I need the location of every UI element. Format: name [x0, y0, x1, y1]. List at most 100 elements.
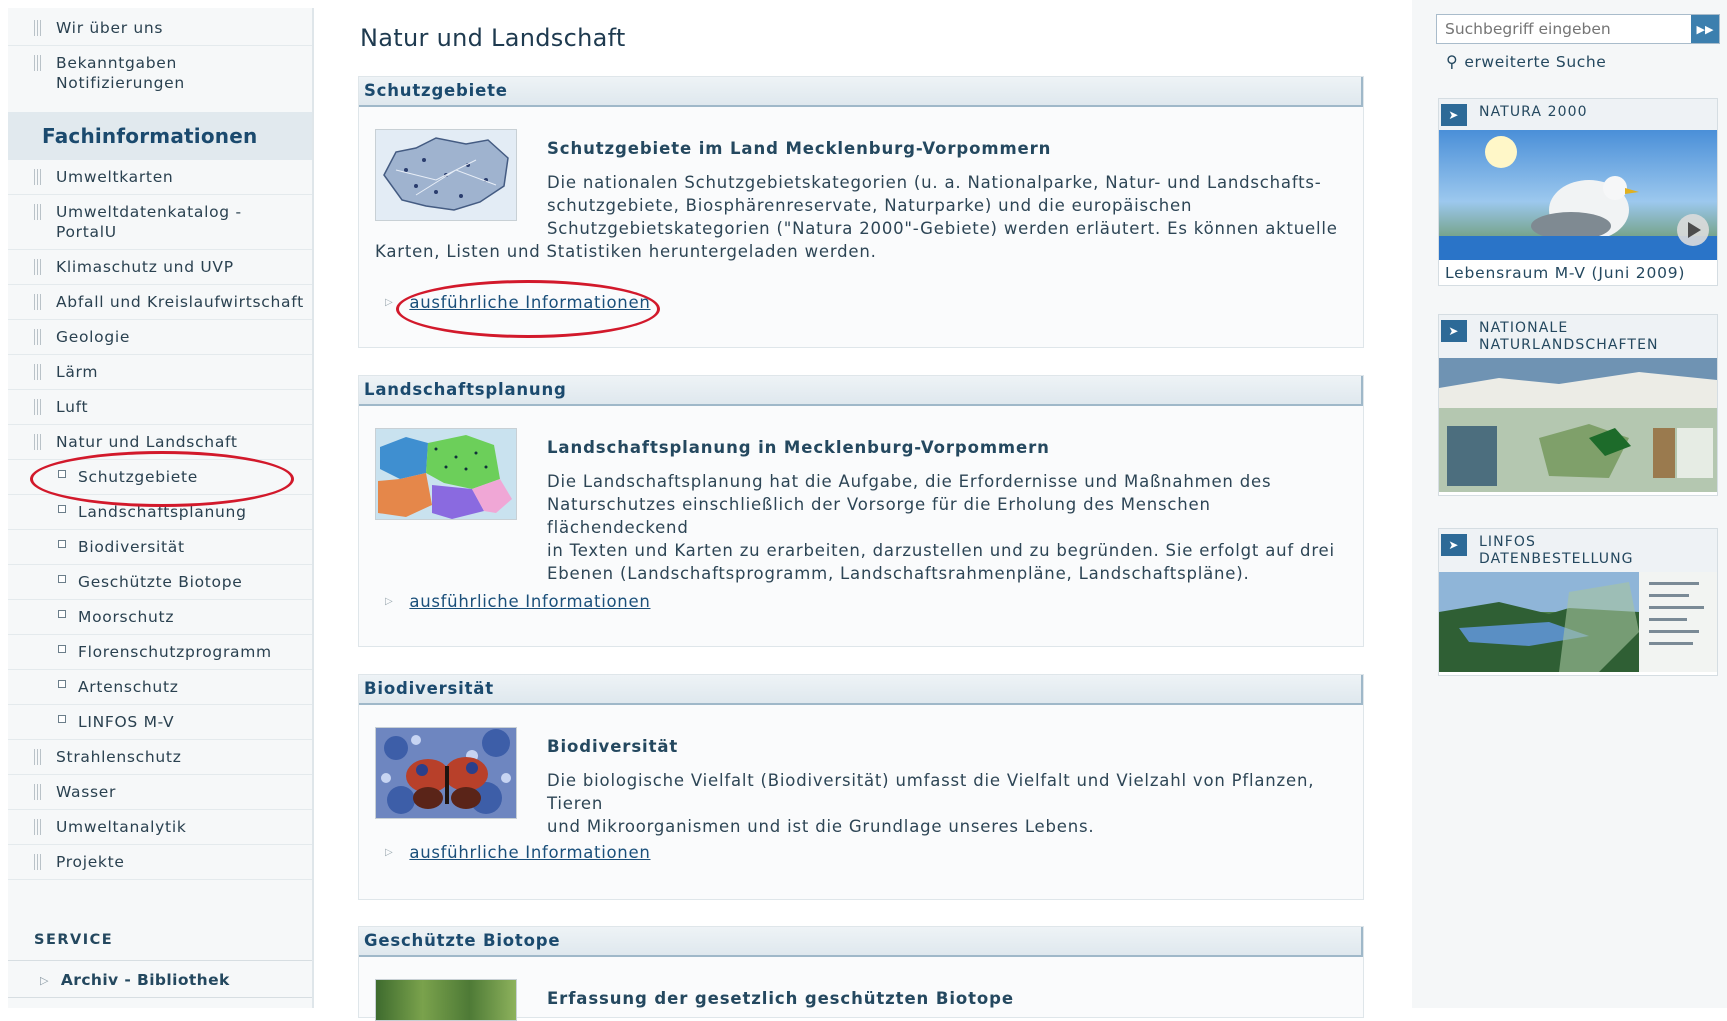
grip-icon [34, 819, 42, 835]
sidebar-item-label: Umweltanalytik [56, 818, 187, 836]
teaser-title: NATIONALE NATURLANDSCHAFTEN [1479, 320, 1659, 353]
landscape-thumbnail[interactable] [1439, 358, 1717, 492]
square-bullet-icon [58, 715, 66, 723]
square-bullet-icon [58, 610, 66, 618]
sidebar-subitem-landschaftsplanung[interactable]: Landschaftsplanung [8, 495, 312, 530]
linfos-thumbnail[interactable] [1439, 572, 1717, 672]
sidebar-item-label: Wir über uns [56, 19, 164, 37]
teaser-natura-2000[interactable]: ➤ NATURA 2000 Lebensraum M-V (Juni 2009) [1438, 98, 1718, 286]
teaser-nationale-naturlandschaften[interactable]: ➤ NATIONALE NATURLANDSCHAFTEN [1438, 314, 1718, 496]
teaser-linfos-datenbestellung[interactable]: ➤ LINFOS DATENBESTELLUNG [1438, 528, 1718, 676]
sidebar-item-label: Natur und Landschaft [56, 433, 238, 451]
section-text: Die biologische Vielfalt (Biodiversität)… [375, 769, 1345, 838]
more-info-link[interactable]: ausführliche Informationen [409, 843, 650, 862]
grip-icon [34, 55, 42, 71]
grip-icon [34, 20, 42, 36]
sidebar-subitem-geschuetzte-biotope[interactable]: Geschützte Biotope [8, 565, 312, 600]
section-geschuetzte-biotope: Geschützte Biotope Erfassung der gesetzl… [358, 926, 1364, 1021]
grip-icon [34, 169, 42, 185]
sidebar-item-geologie[interactable]: Geologie [8, 320, 312, 355]
sidebar-item-umweltdatenkatalog[interactable]: Umweltdatenkatalog - PortalU [8, 195, 312, 250]
search-input[interactable] [1437, 15, 1691, 43]
text-line: Die Landschaftsplanung hat die Aufgabe, … [547, 472, 1272, 491]
sidebar-item-laerm[interactable]: Lärm [8, 355, 312, 390]
grip-icon [34, 259, 42, 275]
sidebar-item-label: Landschaftsplanung [78, 503, 247, 521]
service-heading: SERVICE [8, 932, 312, 961]
section-title: Erfassung der gesetzlich geschützten Bio… [547, 989, 1014, 1008]
sidebar-item-projekte[interactable]: Projekte [8, 845, 312, 880]
sidebar-item-label: Wasser [56, 783, 117, 801]
section-text: Die nationalen Schutzgebietskategorien (… [375, 171, 1345, 263]
advanced-search-link[interactable]: ⚲ erweiterte Suche [1446, 52, 1606, 71]
teaser-caption: Lebensraum M-V (Juni 2009) [1445, 264, 1686, 282]
sidebar-item-archiv-bibliothek[interactable]: ▷ Archiv - Bibliothek [8, 961, 312, 998]
teaser-title: NATURA 2000 [1479, 104, 1588, 120]
sidebar-item-label: Bekanntgaben Notifizierungen [56, 54, 185, 92]
sidebar-item-natur-und-landschaft[interactable]: Natur und Landschaft [8, 425, 312, 460]
sidebar-item-label: Strahlenschutz [56, 748, 182, 766]
sidebar-subitem-moorschutz[interactable]: Moorschutz [8, 600, 312, 635]
sidebar-subitem-florenschutzprogramm[interactable]: Florenschutzprogramm [8, 635, 312, 670]
section-title: Schutzgebiete im Land Mecklenburg-Vorpom… [547, 139, 1052, 158]
sidebar-item-label: Lärm [56, 363, 99, 381]
grip-icon [34, 204, 42, 220]
sidebar-subitem-biodiversitaet[interactable]: Biodiversität [8, 530, 312, 565]
section-title: Biodiversität [547, 737, 679, 756]
sidebar-item-label: Umweltdatenkatalog - PortalU [56, 203, 242, 241]
sidebar-item-abfall[interactable]: Abfall und Kreislaufwirtschaft [8, 285, 312, 320]
section-schutzgebiete: Schutzgebiete Schutzgebiete im Land Meck… [358, 76, 1364, 348]
arrow-box-icon: ➤ [1441, 320, 1467, 342]
sidebar-item-label: Umweltkarten [56, 168, 174, 186]
grip-icon [34, 854, 42, 870]
sidebar-item-label: Klimaschutz und UVP [56, 258, 234, 276]
more-info-link-row: ▷ ausführliche Informationen [385, 293, 650, 312]
sidebar-item-label: Geschützte Biotope [78, 573, 243, 591]
sidebar-item-wir-ueber-uns[interactable]: Wir über uns [8, 8, 312, 46]
square-bullet-icon [58, 575, 66, 583]
square-bullet-icon [58, 470, 66, 478]
more-info-link[interactable]: ausführliche Informationen [409, 592, 650, 611]
sidebar-item-luft[interactable]: Luft [8, 390, 312, 425]
section-header: Geschützte Biotope [359, 927, 1363, 957]
sidebar-item-klimaschutz[interactable]: Klimaschutz und UVP [8, 250, 312, 285]
text-line: und Mikroorganismen und ist die Grundlag… [547, 817, 1095, 836]
arrow-right-icon: ▷ [40, 973, 49, 987]
sidebar-subitem-artenschutz[interactable]: Artenschutz [8, 670, 312, 705]
grip-icon [34, 434, 42, 450]
text-line: Naturschutzes einschließlich der Vorsorg… [547, 495, 1211, 537]
text-line: Karten, Listen und Statistiken herunterg… [375, 242, 877, 261]
more-info-link-row: ▷ ausführliche Informationen [385, 843, 650, 862]
sidebar-item-umweltkarten[interactable]: Umweltkarten [8, 160, 312, 195]
page-title: Natur und Landschaft [360, 24, 626, 52]
sidebar-subitem-linfos[interactable]: LINFOS M-V [8, 705, 312, 740]
right-column: ▶▶ ⚲ erweiterte Suche ➤ NATURA 2000 Lebens… [1412, 0, 1727, 1008]
video-thumbnail[interactable] [1439, 130, 1717, 260]
sidebar-item-label: LINFOS M-V [78, 713, 175, 731]
text-line: in Texten und Karten zu erarbeiten, darz… [547, 541, 1335, 560]
more-info-link[interactable]: ausführliche Informationen [409, 293, 650, 312]
section-biodiversitaet: Biodiversität Biodiversität Die biologis… [358, 674, 1364, 900]
section-header: Landschaftsplanung [359, 376, 1363, 406]
advanced-search-label: erweiterte Suche [1464, 52, 1607, 71]
search-submit-button[interactable]: ▶▶ [1691, 15, 1719, 43]
grip-icon [34, 329, 42, 345]
sidebar-item-strahlenschutz[interactable]: Strahlenschutz [8, 740, 312, 775]
sidebar-subitem-schutzgebiete[interactable]: Schutzgebiete [8, 460, 312, 495]
square-bullet-icon [58, 540, 66, 548]
biotope-thumbnail[interactable] [375, 979, 517, 1021]
arrow-right-icon: ▷ [385, 847, 394, 858]
sidebar-item-wasser[interactable]: Wasser [8, 775, 312, 810]
section-text: Die Landschaftsplanung hat die Aufgabe, … [375, 470, 1345, 585]
teaser-title: LINFOS DATENBESTELLUNG [1479, 534, 1634, 567]
text-line: schutzgebiete, Biosphärenreservate, Natu… [547, 196, 1193, 215]
sidebar-item-label: Artenschutz [78, 678, 179, 696]
grip-icon [34, 399, 42, 415]
text-line: Die biologische Vielfalt (Biodiversität)… [547, 771, 1315, 813]
sidebar-item-bekanntgaben[interactable]: Bekanntgaben Notifizierungen [8, 46, 312, 100]
grip-icon [34, 749, 42, 765]
section-header: Schutzgebiete [359, 77, 1363, 107]
sidebar-item-umweltanalytik[interactable]: Umweltanalytik [8, 810, 312, 845]
teaser-header: ➤ LINFOS DATENBESTELLUNG [1439, 529, 1717, 572]
teaser-header: ➤ NATURA 2000 [1439, 99, 1717, 130]
